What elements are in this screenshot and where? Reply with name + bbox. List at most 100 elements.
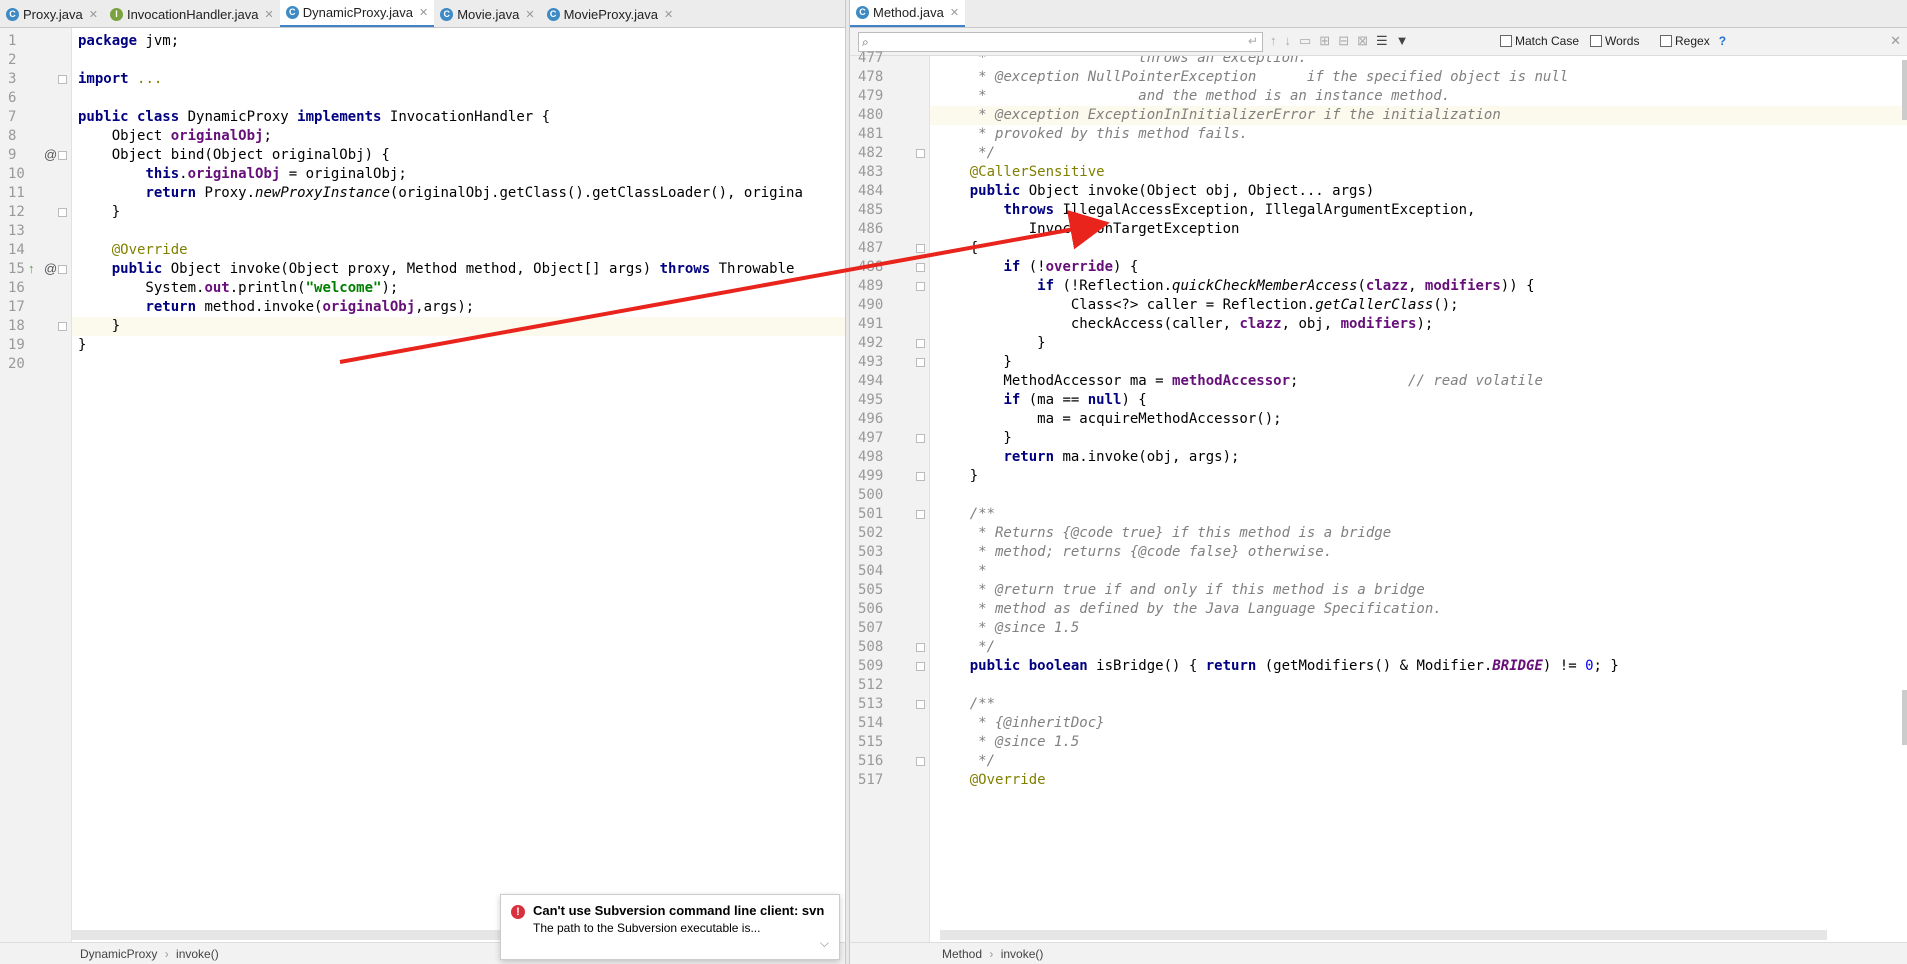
editor-tab[interactable]: C MovieProxy.java ✕ [541,0,680,27]
regex-checkbox[interactable] [1660,35,1672,47]
code-line[interactable]: * @exception NullPointerException if the… [936,68,1568,87]
code-line[interactable]: } [78,336,86,355]
code-line[interactable]: * [936,562,986,581]
breadcrumb-method[interactable]: invoke() [176,947,219,961]
fold-marker-icon[interactable] [58,322,67,331]
close-tab-icon[interactable]: ✕ [950,6,959,19]
code-line[interactable]: return ma.invoke(obj, args); [936,448,1239,467]
code-line[interactable]: } [78,317,120,336]
fold-marker-icon[interactable] [58,265,67,274]
add-selection-icon[interactable]: ⊞ [1319,33,1330,49]
fold-marker-icon[interactable] [916,643,925,652]
fold-marker-icon[interactable] [916,434,925,443]
fold-marker-icon[interactable] [916,339,925,348]
fold-marker-icon[interactable] [916,472,925,481]
fold-marker-icon[interactable] [916,757,925,766]
code-line[interactable]: public Object invoke(Object proxy, Metho… [78,260,795,279]
code-line[interactable]: /** [936,505,995,524]
code-line[interactable]: public class DynamicProxy implements Inv… [78,108,550,127]
code-line[interactable]: package jvm; [78,32,179,51]
editor-tab[interactable]: I InvocationHandler.java ✕ [104,0,280,27]
fold-marker-icon[interactable] [916,244,925,253]
code-line[interactable]: } [936,429,1011,448]
code-line[interactable]: import ... [78,70,162,89]
code-line[interactable]: * and the method is an instance method. [936,87,1450,106]
right-scroll-marker-top[interactable] [1902,60,1907,120]
code-line[interactable]: * Returns {@code true} if this method is… [936,524,1391,543]
close-tab-icon[interactable]: ✕ [525,8,534,21]
code-line[interactable]: * throws an exception. [936,56,1307,68]
editor-tab[interactable]: C DynamicProxy.java ✕ [279,0,435,27]
right-horizontal-scrollbar[interactable] [940,930,1827,940]
left-code-area[interactable]: package jvm; import ... public class Dynam… [72,28,845,942]
multiline-icon[interactable]: ☰ [1376,33,1388,49]
fold-marker-icon[interactable] [916,358,925,367]
code-line[interactable]: * @exception ExceptionInInitializerError… [936,106,1501,125]
code-line[interactable]: public boolean isBridge() { return (getM… [936,657,1619,676]
next-occurrence-icon[interactable]: ↓ [1285,33,1292,49]
remove-selection-icon[interactable]: ⊟ [1338,33,1349,49]
fold-marker-icon[interactable] [916,700,925,709]
code-line[interactable]: throws IllegalAccessException, IllegalAr… [936,201,1475,220]
chevron-down-icon[interactable]: ⌵ [820,936,829,951]
find-input[interactable]: ⌕ ↵ [858,32,1263,52]
code-line[interactable]: } [936,467,978,486]
fold-marker-icon[interactable] [58,151,67,160]
editor-tab[interactable]: C Method.java ✕ [850,0,966,27]
code-line[interactable]: MethodAccessor ma = methodAccessor; // r… [936,372,1542,391]
code-line[interactable]: @CallerSensitive [936,163,1105,182]
code-line[interactable]: * @since 1.5 [936,733,1079,752]
match-case-checkbox[interactable] [1500,35,1512,47]
close-tab-icon[interactable]: ✕ [264,8,273,21]
fold-marker-icon[interactable] [916,263,925,272]
code-line[interactable]: * {@inheritDoc} [936,714,1104,733]
match-case-option[interactable]: Match Case [1500,34,1579,48]
code-line[interactable]: return Proxy.newProxyInstance(originalOb… [78,184,802,203]
fold-marker-icon[interactable] [916,662,925,671]
clear-search-icon[interactable]: ↵ [1248,34,1258,48]
code-line[interactable]: * provoked by this method fails. [936,125,1248,144]
code-line[interactable]: InvocationTargetException [936,220,1240,239]
code-line[interactable]: if (!override) { [936,258,1138,277]
code-line[interactable]: * @return true if and only if this metho… [936,581,1425,600]
close-find-icon[interactable]: ✕ [1890,33,1901,49]
regex-help-icon[interactable]: ? [1719,34,1726,48]
select-all-icon[interactable]: ⊠ [1357,33,1368,49]
code-line[interactable]: if (ma == null) { [936,391,1146,410]
code-line[interactable]: public Object invoke(Object obj, Object.… [936,182,1375,201]
code-line[interactable]: checkAccess(caller, clazz, obj, modifier… [936,315,1433,334]
code-line[interactable]: System.out.println("welcome"); [78,279,398,298]
breadcrumb-method[interactable]: invoke() [1001,947,1044,961]
code-line[interactable]: } [78,203,120,222]
fold-marker-icon[interactable] [916,149,925,158]
right-code-area[interactable]: * throws an exception. * @exception Null… [930,56,1907,942]
fold-marker-icon[interactable] [58,208,67,217]
code-line[interactable]: } [936,334,1045,353]
code-line[interactable]: } [936,353,1011,372]
code-line[interactable]: @Override [936,771,1046,790]
code-line[interactable]: Object originalObj; [78,127,272,146]
code-line[interactable]: ma = acquireMethodAccessor(); [936,410,1281,429]
fold-marker-icon[interactable] [916,282,925,291]
editor-tab[interactable]: C Proxy.java ✕ [0,0,104,27]
select-all-occurrences-icon[interactable]: ▭ [1299,33,1311,49]
editor-tab[interactable]: C Movie.java ✕ [434,0,540,27]
close-tab-icon[interactable]: ✕ [89,8,98,21]
implementation-marker-icon[interactable]: @ [44,261,57,276]
override-marker-icon[interactable]: @ [44,147,57,162]
code-line[interactable]: * method as defined by the Java Language… [936,600,1442,619]
words-option[interactable]: Words [1590,34,1639,48]
code-line[interactable]: return method.invoke(originalObj,args); [78,298,474,317]
code-line[interactable]: @Override [78,241,188,260]
regex-option[interactable]: Regex? [1660,34,1726,48]
previous-occurrence-icon[interactable]: ↑ [1270,33,1277,49]
fold-marker-icon[interactable] [916,510,925,519]
code-line[interactable]: /** [936,695,995,714]
code-line[interactable]: */ [936,638,995,657]
code-line[interactable]: { [936,239,978,258]
code-line[interactable]: * method; returns {@code false} otherwis… [936,543,1332,562]
code-line[interactable]: this.originalObj = originalObj; [78,165,406,184]
implements-up-arrow-icon[interactable]: ↑ [28,261,35,276]
filter-icon[interactable]: ▼ [1396,33,1409,49]
close-tab-icon[interactable]: ✕ [419,6,428,19]
